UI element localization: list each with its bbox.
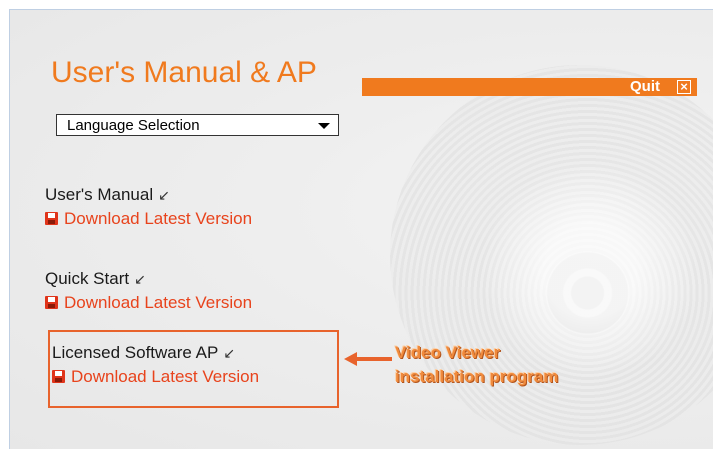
language-select[interactable]: Language Selection xyxy=(56,114,339,136)
floppy-disk-icon xyxy=(52,370,65,383)
section-title-users-manual: User's Manual ↙ xyxy=(45,185,170,205)
section-title-licensed-software: Licensed Software AP ↙ xyxy=(52,343,235,363)
callout-annotation: Video Viewer installation program xyxy=(395,341,558,389)
callout-line-2: installation program xyxy=(395,367,559,386)
language-select-value: Language Selection xyxy=(67,117,200,134)
download-link-quick-start[interactable]: Download Latest Version xyxy=(45,293,252,313)
download-link-users-manual[interactable]: Download Latest Version xyxy=(45,209,252,229)
close-icon[interactable]: × xyxy=(677,80,691,94)
download-link-licensed-software[interactable]: Download Latest Version xyxy=(52,367,259,387)
floppy-disk-icon xyxy=(45,212,58,225)
section-title-label: Licensed Software AP xyxy=(52,343,219,362)
quit-button[interactable]: Quit xyxy=(630,78,660,96)
page-title: User's Manual & AP xyxy=(51,56,317,89)
download-link-label: Download Latest Version xyxy=(64,293,253,312)
chevron-down-icon[interactable] xyxy=(318,123,330,129)
callout-arrow-icon xyxy=(344,352,392,366)
floppy-disk-icon xyxy=(45,296,58,309)
arrow-down-left-icon: ↙ xyxy=(223,345,236,361)
download-link-label: Download Latest Version xyxy=(71,367,260,386)
section-title-quick-start: Quick Start ↙ xyxy=(45,269,146,289)
arrow-down-left-icon: ↙ xyxy=(134,271,146,287)
section-title-label: User's Manual xyxy=(45,185,154,204)
arrow-down-left-icon: ↙ xyxy=(158,187,170,203)
section-title-label: Quick Start xyxy=(45,269,130,288)
download-link-label: Download Latest Version xyxy=(64,209,253,228)
callout-line-1: Video Viewer xyxy=(395,343,501,362)
app-window: User's Manual & AP Quit × Language Selec… xyxy=(9,9,713,449)
